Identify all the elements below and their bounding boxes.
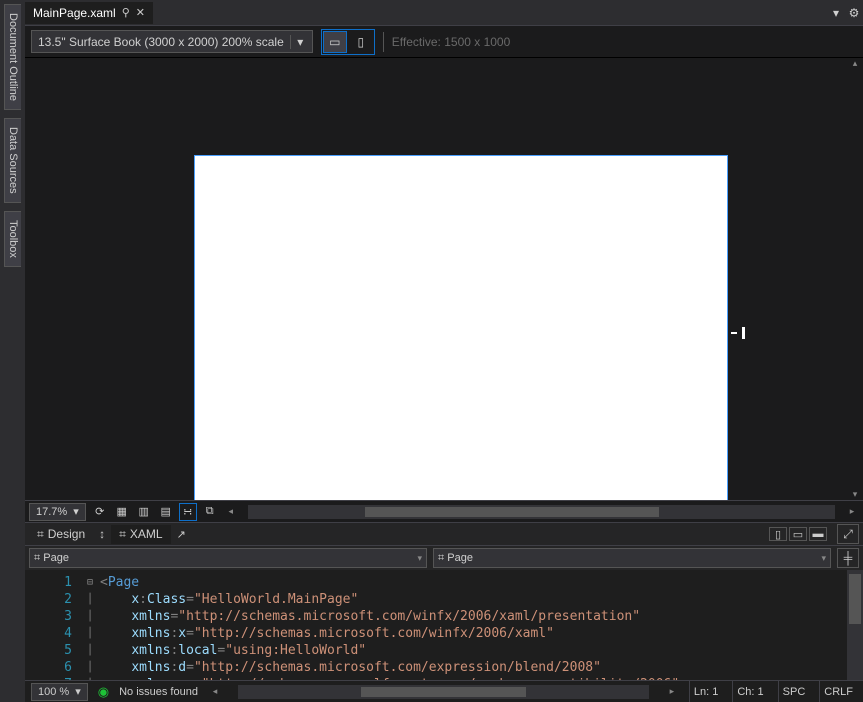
designer-toolbar: 17.7% ▾ ⟳ ▦ ▥ ▤ ∺ ⧉ ◂ ▸: [25, 500, 863, 522]
split-orientation-group: ▯ ▭ ▬: [769, 527, 827, 541]
window-menu-icon[interactable]: ▾: [827, 4, 845, 22]
grid-icon[interactable]: ▦: [114, 504, 130, 520]
designer-zoom-dropdown[interactable]: 17.7% ▾: [29, 503, 86, 521]
toggle-a-icon[interactable]: ∺: [180, 504, 196, 520]
design-tab-icon: ⌗: [37, 527, 44, 542]
artboard[interactable]: [195, 156, 727, 500]
resize-handle-east[interactable]: [742, 327, 745, 339]
split-collapse-icon[interactable]: ▬: [809, 527, 827, 541]
hscroll-left-icon[interactable]: ◂: [208, 686, 222, 697]
element-path-left-label: Page: [43, 552, 69, 564]
fold-column[interactable]: ⊟ ││││││: [80, 570, 100, 680]
divider: [383, 32, 384, 52]
snap-grid-icon[interactable]: ▥: [136, 504, 152, 520]
popout-icon[interactable]: ↗: [177, 528, 186, 541]
line-number: 4: [25, 625, 72, 642]
xaml-tab-label: XAML: [130, 527, 163, 541]
design-tab[interactable]: ⌗ Design: [29, 525, 93, 544]
page-icon: ⌗: [34, 552, 40, 564]
expand-pane-icon[interactable]: ⤢: [837, 524, 859, 544]
ok-status-icon: ◉: [98, 684, 109, 700]
gear-icon[interactable]: ⚙: [845, 4, 863, 22]
hscroll-right-icon[interactable]: ▸: [845, 505, 859, 519]
scrollbar-thumb[interactable]: [361, 687, 525, 697]
file-tab-label: MainPage.xaml: [33, 6, 116, 20]
chevron-down-icon: ▾: [290, 35, 306, 49]
orientation-portrait-button[interactable]: ▯: [350, 32, 372, 52]
line-number: 5: [25, 642, 72, 659]
element-path-right-dropdown[interactable]: ⌗ Page ▾: [433, 548, 831, 568]
main-area: MainPage.xaml ⚲ ✕ ▾ ⚙ 13.5" Surface Book…: [25, 0, 863, 702]
line-number-gutter: 1 2 3 4 5 6 7: [25, 570, 80, 680]
designer-vertical-scrollbar[interactable]: [847, 58, 863, 500]
xaml-tab[interactable]: ⌗ XAML: [111, 525, 170, 544]
hscroll-left-icon[interactable]: ◂: [224, 505, 238, 519]
design-surface[interactable]: [25, 58, 863, 500]
split-horizontal-icon[interactable]: ▭: [789, 527, 807, 541]
line-number: 3: [25, 608, 72, 625]
scrollbar-thumb[interactable]: [365, 507, 659, 517]
resize-handle-east-line: [731, 332, 737, 334]
side-rail: Document Outline Data Sources Toolbox: [0, 0, 25, 702]
hscroll-right-icon[interactable]: ▸: [665, 686, 679, 697]
refresh-icon[interactable]: ⟳: [92, 504, 108, 520]
device-toolbar: 13.5" Surface Book (3000 x 2000) 200% sc…: [25, 26, 863, 58]
issues-label: No issues found: [119, 686, 198, 698]
cursor-char-label: Ch: 1: [732, 681, 767, 702]
chevron-down-icon: ▾: [73, 505, 79, 518]
line-number: 7: [25, 676, 72, 680]
split-vertical-icon[interactable]: ▯: [769, 527, 787, 541]
code-editor[interactable]: 1 2 3 4 5 6 7 ⊟ ││││││ <Page x:Class="He…: [25, 570, 863, 680]
element-path-left-dropdown[interactable]: ⌗ Page ▾: [29, 548, 427, 568]
xaml-tab-icon: ⌗: [119, 527, 126, 542]
orientation-landscape-button[interactable]: ▭: [324, 32, 346, 52]
cursor-line-label: Ln: 1: [689, 681, 722, 702]
fold-toggle-icon[interactable]: ⊟: [80, 574, 100, 591]
orientation-group: ▭ ▯: [321, 29, 375, 55]
editor-vertical-scrollbar[interactable]: [847, 570, 863, 680]
line-number: 6: [25, 659, 72, 676]
designer-zoom-value: 17.7%: [36, 506, 67, 518]
status-horizontal-scrollbar[interactable]: [238, 685, 649, 699]
swap-panes-icon[interactable]: ↕: [99, 527, 105, 541]
close-icon[interactable]: ✕: [136, 6, 145, 19]
siderail-document-outline[interactable]: Document Outline: [4, 4, 21, 110]
line-number: 1: [25, 574, 72, 591]
editor-zoom-dropdown[interactable]: 100 % ▾: [31, 683, 88, 701]
code-content[interactable]: <Page x:Class="HelloWorld.MainPage" xmln…: [100, 570, 847, 680]
indent-mode-label[interactable]: SPC: [778, 681, 810, 702]
line-number: 2: [25, 591, 72, 608]
split-editor-icon[interactable]: ╪: [837, 548, 859, 568]
snap-lines-icon[interactable]: ▤: [158, 504, 174, 520]
design-xaml-splitter: ⌗ Design ↕ ⌗ XAML ↗ ▯ ▭ ▬ ⤢: [25, 522, 863, 546]
pin-icon[interactable]: ⚲: [122, 6, 130, 19]
chevron-down-icon: ▾: [417, 553, 422, 564]
title-bar: MainPage.xaml ⚲ ✕ ▾ ⚙: [25, 0, 863, 26]
chevron-down-icon: ▾: [75, 685, 81, 698]
status-bar: 100 % ▾ ◉ No issues found ◂ ▸ Ln: 1 Ch: …: [25, 680, 863, 702]
designer-horizontal-scrollbar[interactable]: [248, 505, 835, 519]
element-path-row: ⌗ Page ▾ ⌗ Page ▾ ╪: [25, 546, 863, 570]
page-icon: ⌗: [438, 552, 444, 564]
scrollbar-thumb[interactable]: [849, 574, 861, 624]
design-tab-label: Design: [48, 527, 85, 541]
toggle-b-icon[interactable]: ⧉: [202, 504, 218, 520]
device-dropdown-label: 13.5" Surface Book (3000 x 2000) 200% sc…: [38, 35, 284, 49]
file-tab[interactable]: MainPage.xaml ⚲ ✕: [25, 2, 153, 24]
effective-resolution-label: Effective: 1500 x 1000: [392, 35, 511, 49]
line-ending-label[interactable]: CRLF: [819, 681, 857, 702]
chevron-down-icon: ▾: [821, 553, 826, 564]
editor-zoom-value: 100 %: [38, 686, 69, 698]
element-path-right-label: Page: [447, 552, 473, 564]
device-dropdown[interactable]: 13.5" Surface Book (3000 x 2000) 200% sc…: [31, 30, 313, 53]
siderail-toolbox[interactable]: Toolbox: [4, 211, 21, 267]
siderail-data-sources[interactable]: Data Sources: [4, 118, 21, 203]
